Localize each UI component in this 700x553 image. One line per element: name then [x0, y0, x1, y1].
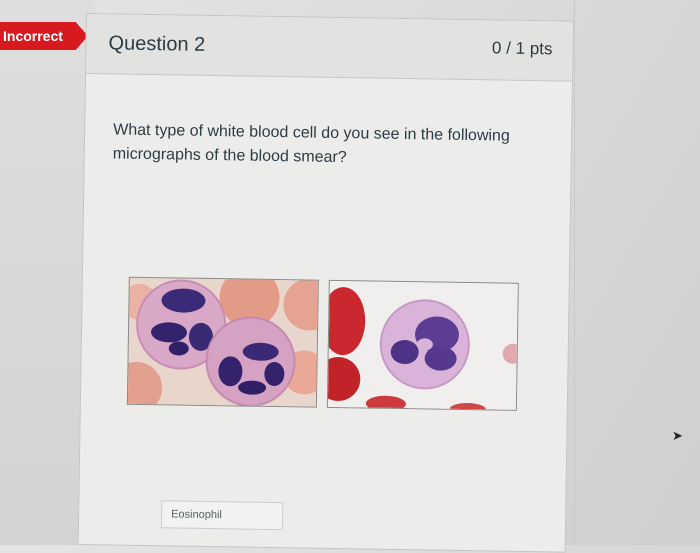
- micrograph-right: [326, 279, 519, 411]
- question-card: Question 2 0 / 1 pts What type of white …: [77, 13, 574, 553]
- question-points: 0 / 1 pts: [491, 38, 553, 59]
- answer-field[interactable]: Eosinophil: [160, 500, 284, 531]
- question-text: What type of white blood cell do you see…: [112, 121, 510, 167]
- question-title: Question 2: [108, 32, 206, 56]
- question-header: Question 2 0 / 1 pts: [86, 14, 573, 82]
- micrograph-left: [126, 276, 319, 408]
- micrograph-figure: [126, 276, 519, 411]
- incorrect-status-badge: Incorrect: [0, 22, 88, 50]
- micrograph-left-image: [127, 277, 319, 408]
- page-divider: [574, 0, 575, 545]
- cursor-arrow-icon: ➤: [672, 428, 683, 443]
- micrograph-right-image: [327, 280, 519, 411]
